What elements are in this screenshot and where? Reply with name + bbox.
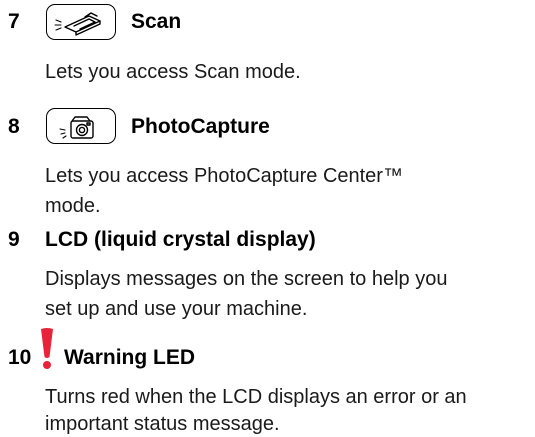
warning-led-icon	[41, 328, 53, 369]
item-description-line: Displays messages on the screen to help …	[45, 268, 448, 290]
item-number: 7	[8, 10, 20, 33]
item-description: Lets you access Scan mode.	[45, 61, 301, 83]
scan-key	[46, 4, 116, 40]
item-description-line: mode.	[45, 195, 101, 217]
item-number: 8	[8, 115, 20, 138]
item-title-lcd: LCD (liquid crystal display)	[45, 228, 316, 251]
item-number: 9	[8, 228, 20, 251]
item-description-line: Turns red when the LCD displays an error…	[45, 386, 467, 408]
scan-icon	[54, 12, 101, 36]
item-number: 10	[8, 346, 32, 369]
photocapture-key	[46, 108, 116, 144]
camera-icon	[59, 116, 94, 139]
item-title-photocapture: PhotoCapture	[131, 115, 270, 138]
item-title-scan: Scan	[131, 10, 182, 33]
item-description-line: Lets you access PhotoCapture Center™	[45, 165, 403, 187]
item-description-line: set up and use your machine.	[45, 298, 308, 320]
item-description-line: important status message.	[45, 413, 280, 435]
item-title-warning-led: Warning LED	[64, 346, 196, 369]
